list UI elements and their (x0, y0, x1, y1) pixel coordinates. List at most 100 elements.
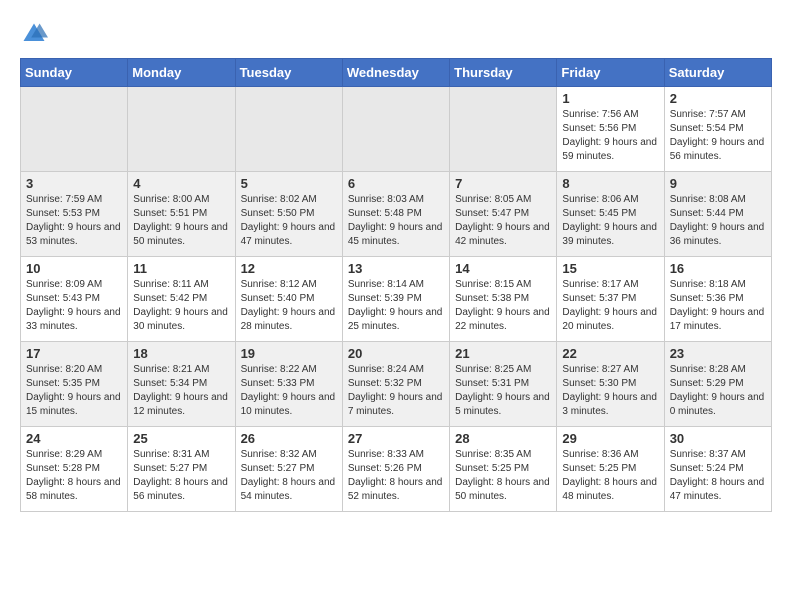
day-info: Sunrise: 8:33 AMSunset: 5:26 PMDaylight:… (348, 449, 443, 502)
day-cell: 5 Sunrise: 8:02 AMSunset: 5:50 PMDaylight… (235, 172, 342, 257)
day-cell: 21 Sunrise: 8:25 AMSunset: 5:31 PMDayligh… (450, 342, 557, 427)
day-number: 25 (133, 431, 229, 446)
day-cell: 11Sunrise: 8:11 AMSunset: 5:42 PMDayligh… (128, 257, 235, 342)
header-thursday: Thursday (450, 59, 557, 87)
header-tuesday: Tuesday (235, 59, 342, 87)
day-cell: 9 Sunrise: 8:08 AMSunset: 5:44 PMDaylight… (664, 172, 771, 257)
day-number: 10 (26, 261, 122, 276)
day-number: 18 (133, 346, 229, 361)
day-number: 2 (670, 91, 766, 106)
day-cell: 3 Sunrise: 7:59 AMSunset: 5:53 PMDaylight… (21, 172, 128, 257)
day-cell: 7 Sunrise: 8:05 AMSunset: 5:47 PMDaylight… (450, 172, 557, 257)
day-cell: 1 Sunrise: 7:56 AMSunset: 5:56 PMDaylight… (557, 87, 664, 172)
day-cell: 15 Sunrise: 8:17 AMSunset: 5:37 PMDayligh… (557, 257, 664, 342)
day-number: 23 (670, 346, 766, 361)
day-cell (235, 87, 342, 172)
day-cell: 14 Sunrise: 8:15 AMSunset: 5:38 PMDayligh… (450, 257, 557, 342)
day-cell: 27 Sunrise: 8:33 AMSunset: 5:26 PMDayligh… (342, 427, 449, 512)
day-cell: 4 Sunrise: 8:00 AMSunset: 5:51 PMDaylight… (128, 172, 235, 257)
day-number: 26 (241, 431, 337, 446)
day-number: 17 (26, 346, 122, 361)
day-cell (450, 87, 557, 172)
week-row-5: 24 Sunrise: 8:29 AMSunset: 5:28 PMDayligh… (21, 427, 772, 512)
day-cell: 22 Sunrise: 8:27 AMSunset: 5:30 PMDayligh… (557, 342, 664, 427)
day-cell: 23 Sunrise: 8:28 AMSunset: 5:29 PMDayligh… (664, 342, 771, 427)
day-cell: 19Sunrise: 8:22 AMSunset: 5:33 PMDayligh… (235, 342, 342, 427)
day-cell: 28Sunrise: 8:35 AMSunset: 5:25 PMDayligh… (450, 427, 557, 512)
day-info: Sunrise: 8:31 AMSunset: 5:27 PMDaylight:… (133, 449, 228, 502)
header-monday: Monday (128, 59, 235, 87)
day-info: Sunrise: 8:25 AMSunset: 5:31 PMDaylight:… (455, 364, 550, 417)
header-friday: Friday (557, 59, 664, 87)
week-row-3: 10 Sunrise: 8:09 AMSunset: 5:43 PMDayligh… (21, 257, 772, 342)
day-info: Sunrise: 8:22 AMSunset: 5:33 PMDaylight:… (241, 364, 336, 417)
day-number: 30 (670, 431, 766, 446)
day-info: Sunrise: 8:03 AMSunset: 5:48 PMDaylight:… (348, 194, 443, 247)
day-cell: 13 Sunrise: 8:14 AMSunset: 5:39 PMDayligh… (342, 257, 449, 342)
header (20, 20, 772, 48)
day-cell: 2 Sunrise: 7:57 AMSunset: 5:54 PMDaylight… (664, 87, 771, 172)
day-info: Sunrise: 8:09 AMSunset: 5:43 PMDaylight:… (26, 279, 121, 332)
day-info: Sunrise: 8:15 AMSunset: 5:38 PMDaylight:… (455, 279, 550, 332)
day-number: 4 (133, 176, 229, 191)
day-info: Sunrise: 7:56 AMSunset: 5:56 PMDaylight:… (562, 109, 657, 162)
day-info: Sunrise: 8:32 AMSunset: 5:27 PMDaylight:… (241, 449, 336, 502)
logo-icon (20, 20, 48, 48)
day-number: 6 (348, 176, 444, 191)
day-cell: 20 Sunrise: 8:24 AMSunset: 5:32 PMDayligh… (342, 342, 449, 427)
header-wednesday: Wednesday (342, 59, 449, 87)
day-number: 16 (670, 261, 766, 276)
week-row-4: 17 Sunrise: 8:20 AMSunset: 5:35 PMDayligh… (21, 342, 772, 427)
day-info: Sunrise: 8:12 AMSunset: 5:40 PMDaylight:… (241, 279, 336, 332)
day-info: Sunrise: 7:57 AMSunset: 5:54 PMDaylight:… (670, 109, 765, 162)
day-number: 20 (348, 346, 444, 361)
header-sunday: Sunday (21, 59, 128, 87)
day-info: Sunrise: 8:21 AMSunset: 5:34 PMDaylight:… (133, 364, 228, 417)
day-info: Sunrise: 8:18 AMSunset: 5:36 PMDaylight:… (670, 279, 765, 332)
day-cell (128, 87, 235, 172)
day-info: Sunrise: 8:20 AMSunset: 5:35 PMDaylight:… (26, 364, 121, 417)
day-number: 3 (26, 176, 122, 191)
day-cell: 16 Sunrise: 8:18 AMSunset: 5:36 PMDayligh… (664, 257, 771, 342)
day-number: 1 (562, 91, 658, 106)
day-number: 9 (670, 176, 766, 191)
day-info: Sunrise: 8:14 AMSunset: 5:39 PMDaylight:… (348, 279, 443, 332)
week-row-2: 3 Sunrise: 7:59 AMSunset: 5:53 PMDaylight… (21, 172, 772, 257)
day-cell: 8 Sunrise: 8:06 AMSunset: 5:45 PMDaylight… (557, 172, 664, 257)
day-number: 5 (241, 176, 337, 191)
day-number: 7 (455, 176, 551, 191)
day-info: Sunrise: 7:59 AMSunset: 5:53 PMDaylight:… (26, 194, 121, 247)
calendar-table: SundayMondayTuesdayWednesdayThursdayFrid… (20, 58, 772, 512)
day-info: Sunrise: 8:24 AMSunset: 5:32 PMDaylight:… (348, 364, 443, 417)
header-saturday: Saturday (664, 59, 771, 87)
day-info: Sunrise: 8:05 AMSunset: 5:47 PMDaylight:… (455, 194, 550, 247)
day-number: 8 (562, 176, 658, 191)
day-cell: 17 Sunrise: 8:20 AMSunset: 5:35 PMDayligh… (21, 342, 128, 427)
day-number: 21 (455, 346, 551, 361)
day-number: 28 (455, 431, 551, 446)
day-info: Sunrise: 8:36 AMSunset: 5:25 PMDaylight:… (562, 449, 657, 502)
day-info: Sunrise: 8:29 AMSunset: 5:28 PMDaylight:… (26, 449, 121, 502)
day-info: Sunrise: 8:28 AMSunset: 5:29 PMDaylight:… (670, 364, 765, 417)
day-cell: 10 Sunrise: 8:09 AMSunset: 5:43 PMDayligh… (21, 257, 128, 342)
day-info: Sunrise: 8:27 AMSunset: 5:30 PMDaylight:… (562, 364, 657, 417)
day-info: Sunrise: 8:08 AMSunset: 5:44 PMDaylight:… (670, 194, 765, 247)
day-number: 24 (26, 431, 122, 446)
day-number: 12 (241, 261, 337, 276)
day-info: Sunrise: 8:02 AMSunset: 5:50 PMDaylight:… (241, 194, 336, 247)
day-cell: 12 Sunrise: 8:12 AMSunset: 5:40 PMDayligh… (235, 257, 342, 342)
day-number: 11 (133, 261, 229, 276)
day-number: 27 (348, 431, 444, 446)
day-number: 14 (455, 261, 551, 276)
day-cell: 18 Sunrise: 8:21 AMSunset: 5:34 PMDayligh… (128, 342, 235, 427)
day-info: Sunrise: 8:00 AMSunset: 5:51 PMDaylight:… (133, 194, 228, 247)
day-info: Sunrise: 8:17 AMSunset: 5:37 PMDaylight:… (562, 279, 657, 332)
day-cell: 29 Sunrise: 8:36 AMSunset: 5:25 PMDayligh… (557, 427, 664, 512)
day-number: 15 (562, 261, 658, 276)
day-info: Sunrise: 8:37 AMSunset: 5:24 PMDaylight:… (670, 449, 765, 502)
day-number: 22 (562, 346, 658, 361)
day-number: 29 (562, 431, 658, 446)
day-cell: 6 Sunrise: 8:03 AMSunset: 5:48 PMDaylight… (342, 172, 449, 257)
day-number: 13 (348, 261, 444, 276)
day-info: Sunrise: 8:06 AMSunset: 5:45 PMDaylight:… (562, 194, 657, 247)
